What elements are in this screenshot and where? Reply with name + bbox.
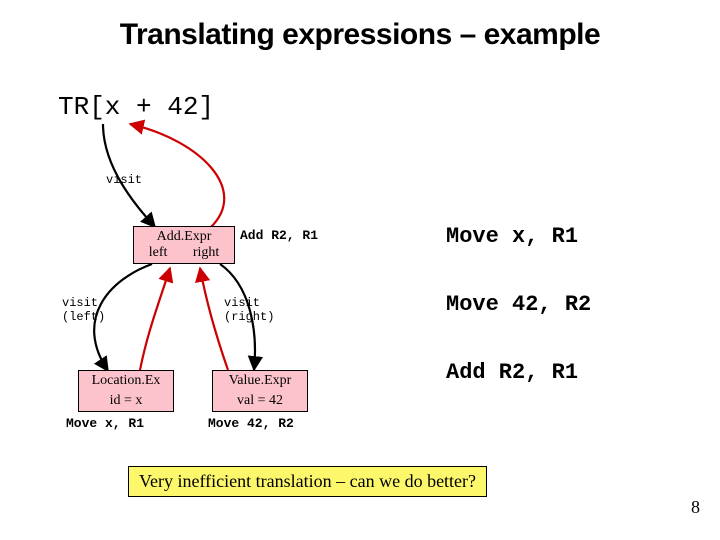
label-visit-right-1: visit [224,296,260,310]
result-line-3: Add R2, R1 [446,360,578,385]
label-move-x: Move x, R1 [66,416,144,431]
node-addexpr-right: right [193,245,219,261]
node-locationex-title: Location.Ex [79,371,173,391]
node-addexpr-title: Add.Expr [134,227,234,245]
label-visit-top: visit [106,173,142,187]
arrows-layer [0,0,720,540]
label-add-code: Add R2, R1 [240,228,318,243]
result-line-2: Move 42, R2 [446,292,591,317]
label-visit-left-2: (left) [62,310,105,324]
node-locationex-sub: id = x [79,391,173,411]
banner-inefficient: Very inefficient translation – can we do… [128,466,487,497]
node-valueexpr-title: Value.Expr [213,371,307,391]
label-visit-left-1: visit [62,296,98,310]
result-line-1: Move x, R1 [446,224,578,249]
node-valueexpr-sub: val = 42 [213,391,307,411]
page-number: 8 [691,497,700,518]
label-visit-right-2: (right) [224,310,274,324]
label-move-42: Move 42, R2 [208,416,294,431]
node-addexpr-left: left [149,245,168,261]
